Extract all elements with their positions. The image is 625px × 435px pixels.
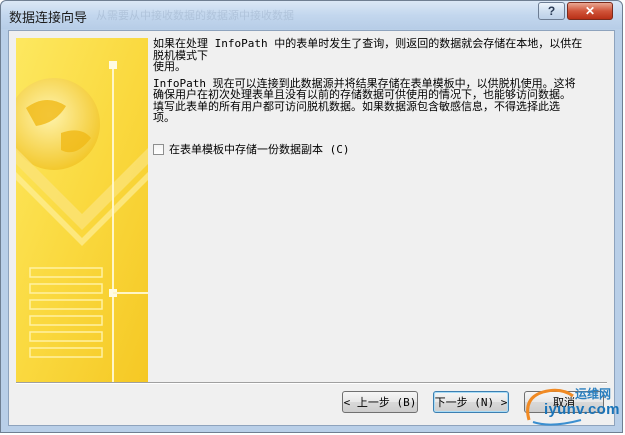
description-paragraph-1: 如果在处理 InfoPath 中的表单时发生了查询，则返回的数据就会存储在本地，…: [153, 37, 583, 73]
help-icon: ?: [547, 4, 556, 18]
wizard-window: 数据连接向导 从需要从中接收数据的数据源中接收数据 ? ✕ 如果在处理 Info…: [0, 0, 623, 433]
window-title: 数据连接向导: [9, 11, 88, 26]
background-window-title: 从需要从中接收数据的数据源中接收数据: [96, 9, 294, 22]
store-copy-checkbox[interactable]: [153, 143, 164, 155]
help-button[interactable]: ?: [538, 2, 565, 20]
store-copy-checkbox-label[interactable]: 在表单模板中存储一份数据副本 (C): [169, 141, 350, 157]
watermark-cn-text: 运维网: [575, 387, 612, 401]
back-button[interactable]: < 上一步 (B): [342, 391, 418, 413]
next-button[interactable]: 下一步 (N) >: [433, 391, 509, 413]
close-icon: ✕: [584, 4, 596, 18]
wizard-banner-image: [16, 38, 148, 382]
site-watermark: 运维网 iyunv.com: [521, 382, 619, 426]
title-bar[interactable]: 数据连接向导 从需要从中接收数据的数据源中接收数据 ? ✕: [1, 1, 622, 29]
description-paragraph-2: InfoPath 现在可以连接到此数据源并将结果存储在表单模板中，以供脱机使用。…: [153, 76, 576, 124]
wizard-description: 如果在处理 InfoPath 中的表单时发生了查询，则返回的数据就会存储在本地，…: [153, 38, 608, 129]
wizard-body: 如果在处理 InfoPath 中的表单时发生了查询，则返回的数据就会存储在本地，…: [8, 30, 615, 426]
store-copy-checkbox-row[interactable]: 在表单模板中存储一份数据副本 (C): [153, 141, 350, 157]
banner-graphic: [16, 38, 148, 382]
footer-separator: [16, 382, 607, 384]
watermark-brand-text: iyunv.com: [544, 401, 620, 418]
close-button[interactable]: ✕: [567, 2, 613, 20]
